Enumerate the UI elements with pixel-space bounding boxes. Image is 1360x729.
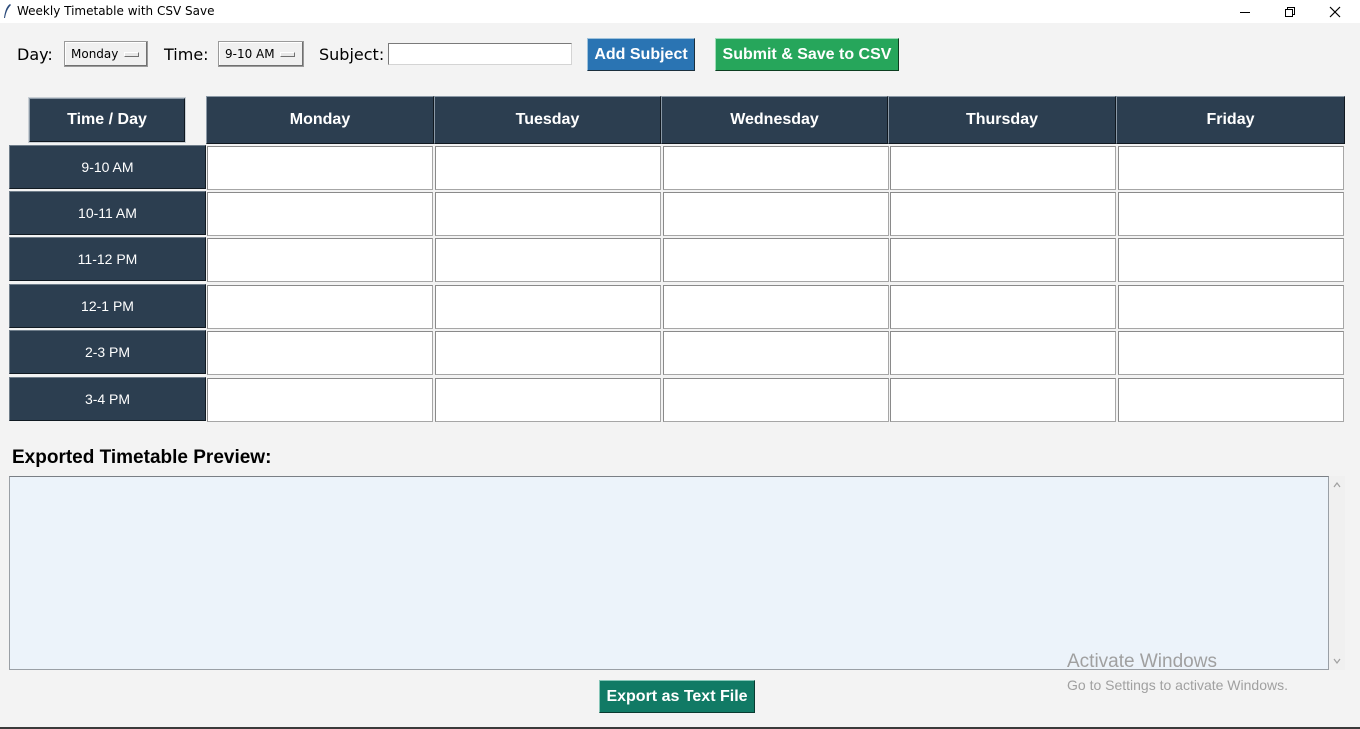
timetable-cell-tuesday-2[interactable]	[435, 192, 661, 236]
day-header-monday: Monday	[206, 96, 434, 144]
time-select-value: 9-10 AM	[225, 47, 275, 61]
export-text-file-button[interactable]: Export as Text File	[599, 680, 755, 713]
timetable-cell-friday-5[interactable]	[1118, 331, 1344, 375]
time-row-header: 9-10 AM	[9, 145, 206, 189]
close-button[interactable]	[1312, 0, 1358, 23]
preview-scrollbar[interactable]	[1329, 476, 1345, 670]
time-row-header: 10-11 AM	[9, 191, 206, 235]
timetable-cell-tuesday-6[interactable]	[435, 378, 661, 422]
restore-button[interactable]	[1267, 0, 1313, 23]
activate-windows-title: Activate Windows	[1067, 651, 1217, 672]
timetable-cell-thursday-4[interactable]	[890, 285, 1116, 329]
time-select[interactable]: 9-10 AM	[218, 41, 304, 67]
time-row-header: 2-3 PM	[9, 330, 206, 374]
timetable-cell-thursday-5[interactable]	[890, 331, 1116, 375]
timetable-cell-monday-5[interactable]	[207, 331, 433, 375]
feather-icon	[4, 4, 11, 18]
timetable-cell-tuesday-4[interactable]	[435, 285, 661, 329]
day-header-tuesday: Tuesday	[434, 96, 661, 144]
subject-label: Subject:	[319, 45, 385, 64]
day-header-wednesday: Wednesday	[661, 96, 888, 144]
scroll-up-icon[interactable]	[1332, 480, 1342, 490]
restore-icon	[1285, 6, 1295, 17]
timetable-cell-friday-4[interactable]	[1118, 285, 1344, 329]
timetable-cell-wednesday-3[interactable]	[663, 238, 889, 282]
day-select-value: Monday	[71, 47, 119, 61]
timetable-cell-wednesday-2[interactable]	[663, 192, 889, 236]
minimize-icon	[1240, 11, 1250, 13]
timetable-cell-tuesday-5[interactable]	[435, 331, 661, 375]
timetable-cell-monday-4[interactable]	[207, 285, 433, 329]
add-subject-button[interactable]: Add Subject	[587, 38, 695, 71]
timetable-cell-monday-6[interactable]	[207, 378, 433, 422]
day-select[interactable]: Monday	[64, 41, 148, 67]
preview-text-area[interactable]	[9, 476, 1329, 670]
timetable-cell-wednesday-6[interactable]	[663, 378, 889, 422]
preview-label: Exported Timetable Preview:	[12, 447, 272, 468]
day-header-thursday: Thursday	[888, 96, 1116, 144]
day-header-friday: Friday	[1116, 96, 1345, 144]
subject-input[interactable]	[388, 43, 572, 65]
scroll-down-icon[interactable]	[1332, 656, 1342, 666]
timetable-cell-friday-2[interactable]	[1118, 192, 1344, 236]
time-row-header: 12-1 PM	[9, 284, 206, 328]
minimize-button[interactable]	[1222, 0, 1268, 23]
time-label: Time:	[164, 45, 209, 64]
timetable-cell-wednesday-1[interactable]	[663, 146, 889, 190]
timetable-cell-tuesday-1[interactable]	[435, 146, 661, 190]
time-row-header: 3-4 PM	[9, 377, 206, 421]
timetable-cell-thursday-1[interactable]	[890, 146, 1116, 190]
title-bar: Weekly Timetable with CSV Save	[0, 0, 1360, 23]
time-row-header: 11-12 PM	[9, 237, 206, 281]
window-title: Weekly Timetable with CSV Save	[17, 4, 215, 18]
timetable-cell-monday-1[interactable]	[207, 146, 433, 190]
timetable-cell-monday-2[interactable]	[207, 192, 433, 236]
timetable-cell-friday-3[interactable]	[1118, 238, 1344, 282]
timetable-cell-wednesday-5[interactable]	[663, 331, 889, 375]
dropdown-indicator-icon	[280, 52, 295, 57]
timetable-cell-friday-1[interactable]	[1118, 146, 1344, 190]
close-icon	[1329, 6, 1341, 17]
day-label: Day:	[17, 45, 53, 64]
submit-save-csv-button[interactable]: Submit & Save to CSV	[715, 38, 899, 71]
timetable-cell-friday-6[interactable]	[1118, 378, 1344, 422]
corner-header: Time / Day	[29, 98, 185, 142]
timetable-cell-tuesday-3[interactable]	[435, 238, 661, 282]
timetable-cell-thursday-6[interactable]	[890, 378, 1116, 422]
dropdown-indicator-icon	[124, 52, 139, 57]
timetable-cell-thursday-3[interactable]	[890, 238, 1116, 282]
timetable-cell-monday-3[interactable]	[207, 238, 433, 282]
activate-windows-subtitle: Go to Settings to activate Windows.	[1067, 677, 1288, 693]
timetable-cell-wednesday-4[interactable]	[663, 285, 889, 329]
timetable-cell-thursday-2[interactable]	[890, 192, 1116, 236]
